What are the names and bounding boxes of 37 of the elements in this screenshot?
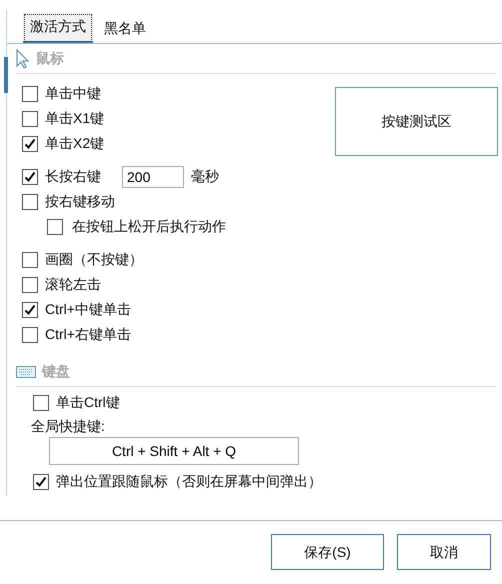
- checkbox[interactable]: [22, 136, 38, 152]
- checkbox-label: 滚轮左击: [45, 275, 101, 294]
- checkbox[interactable]: [22, 194, 38, 210]
- hotkey-label: 全局快捷键:: [31, 417, 106, 436]
- section-title: 键盘: [42, 362, 70, 381]
- checkbox[interactable]: [47, 218, 63, 234]
- checkbox-label: Ctrl+右键单击: [45, 325, 131, 344]
- duration-field[interactable]: 200: [122, 166, 184, 188]
- key-test-area[interactable]: 按键测试区: [335, 87, 498, 156]
- checkbox[interactable]: [22, 168, 38, 184]
- checkbox-label: Ctrl+中键单击: [45, 300, 131, 319]
- checkbox[interactable]: [22, 252, 38, 268]
- tab[interactable]: 黑名单: [97, 15, 153, 43]
- checkbox-label: 长按右键: [45, 167, 101, 186]
- checkbox[interactable]: [33, 394, 49, 410]
- checkbox[interactable]: [22, 276, 38, 292]
- keyboard-icon: [16, 366, 36, 378]
- checkbox[interactable]: [22, 326, 38, 342]
- checkbox-label: 单击中键: [45, 84, 101, 103]
- unit-label: 毫秒: [191, 167, 219, 186]
- hotkey-field[interactable]: Ctrl + Shift + Alt + Q: [49, 437, 299, 465]
- checkbox-label: 单击Ctrl键: [56, 393, 120, 412]
- checkbox-label: 按右键移动: [45, 192, 115, 211]
- checkbox-label: 单击X2键: [45, 134, 104, 153]
- section-title: 鼠标: [36, 49, 64, 68]
- cancel-button[interactable]: 取消: [397, 534, 491, 570]
- cursor-icon: [16, 48, 30, 68]
- checkbox-label: 单击X1键: [45, 109, 104, 128]
- checkbox[interactable]: [22, 302, 38, 318]
- tab[interactable]: 激活方式: [23, 13, 93, 43]
- checkbox[interactable]: [22, 86, 38, 102]
- save-button[interactable]: 保存(S): [271, 534, 384, 570]
- checkbox-label: 画圈（不按键）: [45, 250, 143, 269]
- checkbox-label: 在按钮上松开后执行动作: [72, 217, 226, 236]
- checkbox-label: 弹出位置跟随鼠标（否则在屏幕中间弹出）: [56, 472, 322, 491]
- checkbox[interactable]: [33, 474, 49, 490]
- checkbox[interactable]: [22, 110, 38, 126]
